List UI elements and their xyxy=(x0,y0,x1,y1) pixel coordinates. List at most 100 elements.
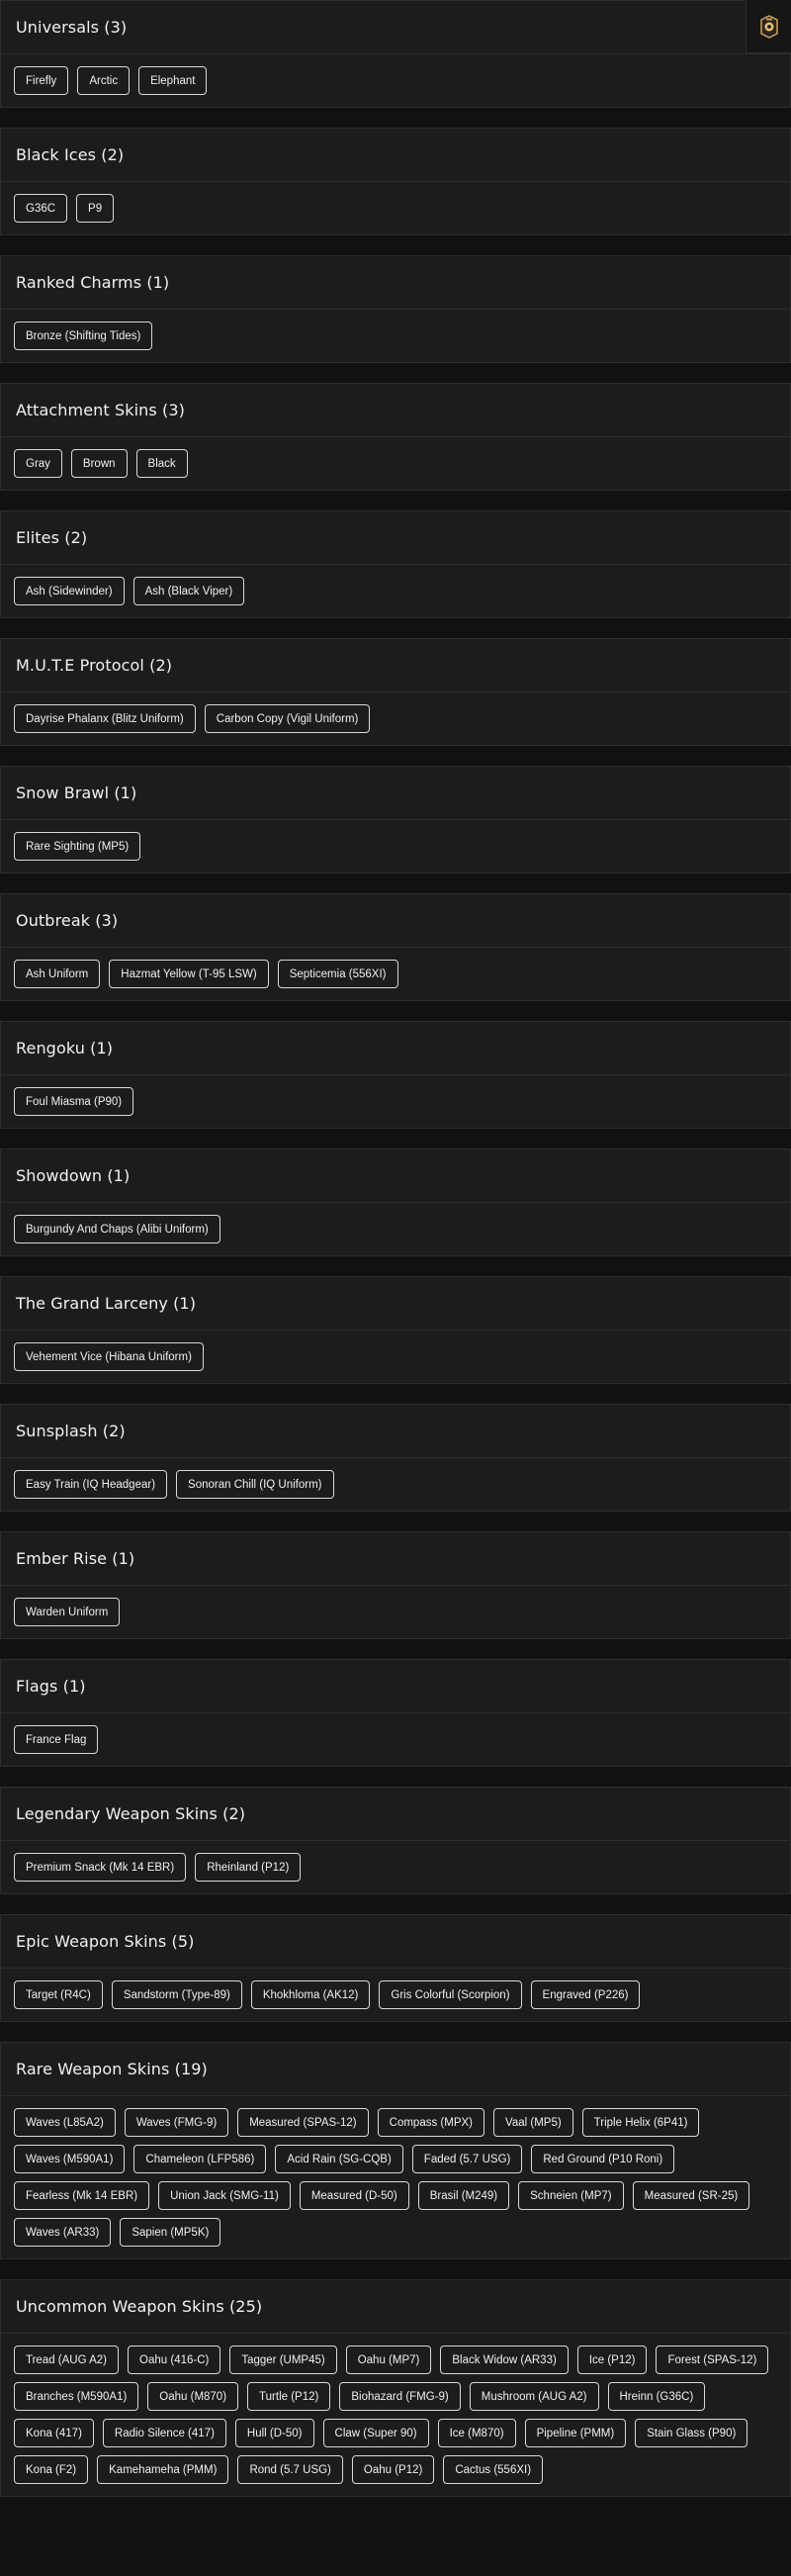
item-chip[interactable]: Sapien (MP5K) xyxy=(120,2218,221,2247)
item-chip[interactable]: Rond (5.7 USG) xyxy=(237,2455,343,2484)
item-chip[interactable]: Rheinland (P12) xyxy=(195,1853,302,1882)
operator-badge-button[interactable] xyxy=(746,0,791,53)
item-chip[interactable]: Target (R4C) xyxy=(14,1980,103,2009)
item-chip[interactable]: Triple Helix (6P41) xyxy=(581,2108,700,2137)
section-title: Uncommon Weapon Skins (25) xyxy=(16,2297,263,2316)
section-items: Gray Brown Black xyxy=(1,437,790,490)
section-title: The Grand Larceny (1) xyxy=(16,1294,197,1313)
item-chip[interactable]: Arctic xyxy=(77,66,131,95)
item-chip[interactable]: Ash (Sidewinder) xyxy=(14,577,125,605)
item-chip[interactable]: Brasil (M249) xyxy=(417,2181,510,2210)
item-chip[interactable]: Acid Rain (SG-CQB) xyxy=(275,2145,403,2173)
item-chip[interactable]: Kona (417) xyxy=(14,2419,94,2447)
section-epic-weapon-skins: Epic Weapon Skins (5) Target (R4C) Sandsto… xyxy=(0,1914,791,2022)
item-chip[interactable]: Mushroom (AUG A2) xyxy=(469,2382,599,2411)
item-chip[interactable]: Oahu (416-C) xyxy=(128,2346,221,2374)
section-attachment-skins: Attachment Skins (3) Gray Brown Black xyxy=(0,383,791,491)
item-chip[interactable]: Ash (Black Viper) xyxy=(132,577,245,605)
item-chip[interactable]: Cactus (556XI) xyxy=(443,2455,544,2484)
item-chip[interactable]: Sandstorm (Type-89) xyxy=(111,1980,242,2009)
section-ember-rise: Ember Rise (1) Warden Uniform xyxy=(0,1531,791,1639)
item-chip[interactable]: Red Ground (P10 Roni) xyxy=(531,2145,675,2173)
item-chip[interactable]: Tagger (UMP45) xyxy=(229,2346,337,2374)
item-chip[interactable]: Firefly xyxy=(14,66,69,95)
item-chip[interactable]: Waves (M590A1) xyxy=(14,2145,126,2173)
item-chip[interactable]: Chameleon (LFP586) xyxy=(133,2145,267,2173)
item-chip[interactable]: Measured (SR-25) xyxy=(632,2181,750,2210)
item-chip[interactable]: Easy Train (IQ Headgear) xyxy=(14,1470,168,1499)
item-chip[interactable]: Measured (SPAS-12) xyxy=(237,2108,369,2137)
item-chip[interactable]: Tread (AUG A2) xyxy=(14,2346,120,2374)
item-chip[interactable]: Biohazard (FMG-9) xyxy=(339,2382,461,2411)
item-chip[interactable]: Union Jack (SMG-11) xyxy=(158,2181,291,2210)
item-chip[interactable]: Radio Silence (417) xyxy=(102,2419,226,2447)
item-chip[interactable]: Kamehameha (PMM) xyxy=(97,2455,229,2484)
item-chip[interactable]: Claw (Super 90) xyxy=(322,2419,429,2447)
section-title: Flags (1) xyxy=(16,1677,86,1696)
item-chip[interactable]: Hull (D-50) xyxy=(234,2419,314,2447)
item-chip[interactable]: Waves (AR33) xyxy=(14,2218,112,2247)
section-items: Tread (AUG A2) Oahu (416-C) Tagger (UMP45)… xyxy=(1,2334,790,2496)
item-chip[interactable]: Hazmat Yellow (T-95 LSW) xyxy=(109,960,269,988)
item-chip[interactable]: Schneien (MP7) xyxy=(518,2181,624,2210)
item-chip[interactable]: Burgundy And Chaps (Alibi Uniform) xyxy=(14,1215,220,1243)
item-chip[interactable]: Branches (M590A1) xyxy=(14,2382,139,2411)
item-chip[interactable]: Rare Sighting (MP5) xyxy=(14,832,141,861)
item-chip[interactable]: Carbon Copy (Vigil Uniform) xyxy=(204,704,371,733)
item-chip[interactable]: Sonoran Chill (IQ Uniform) xyxy=(176,1470,334,1499)
item-chip[interactable]: Hreinn (G36C) xyxy=(607,2382,706,2411)
item-chip[interactable]: P9 xyxy=(76,194,115,223)
item-chip[interactable]: Ash Uniform xyxy=(14,960,101,988)
section-header: Attachment Skins (3) xyxy=(1,384,790,437)
item-chip[interactable]: Ice (P12) xyxy=(576,2346,648,2374)
item-chip[interactable]: Septicemia (556XI) xyxy=(277,960,398,988)
section-snow-brawl: Snow Brawl (1) Rare Sighting (MP5) xyxy=(0,766,791,874)
section-items: Foul Miasma (P90) xyxy=(1,1075,790,1128)
item-chip[interactable]: Brown xyxy=(70,449,128,478)
item-chip[interactable]: Turtle (P12) xyxy=(247,2382,331,2411)
item-chip[interactable]: Elephant xyxy=(138,66,208,95)
item-chip[interactable]: Vehement Vice (Hibana Uniform) xyxy=(14,1342,204,1371)
section-items: Rare Sighting (MP5) xyxy=(1,820,790,873)
item-chip[interactable]: Warden Uniform xyxy=(14,1598,121,1626)
item-chip[interactable]: Forest (SPAS-12) xyxy=(656,2346,769,2374)
item-chip[interactable]: Pipeline (PMM) xyxy=(524,2419,627,2447)
item-chip[interactable]: Vaal (MP5) xyxy=(493,2108,573,2137)
item-chip[interactable]: Gris Colorful (Scorpion) xyxy=(379,1980,522,2009)
section-items: Premium Snack (Mk 14 EBR) Rheinland (P12) xyxy=(1,1841,790,1893)
collection-list: Universals (3) Firefly Arctic Elephant Black… xyxy=(0,0,791,2497)
item-chip[interactable]: Stain Glass (P90) xyxy=(635,2419,748,2447)
item-chip[interactable]: Measured (D-50) xyxy=(299,2181,409,2210)
item-chip[interactable]: Bronze (Shifting Tides) xyxy=(14,322,153,350)
item-chip[interactable]: Foul Miasma (P90) xyxy=(14,1087,134,1116)
section-items: France Flag xyxy=(1,1713,790,1766)
item-chip[interactable]: Faded (5.7 USG) xyxy=(411,2145,523,2173)
item-chip[interactable]: Fearless (Mk 14 EBR) xyxy=(14,2181,150,2210)
section-title: Attachment Skins (3) xyxy=(16,401,185,419)
item-chip[interactable]: Gray xyxy=(14,449,62,478)
item-chip[interactable]: Oahu (P12) xyxy=(351,2455,435,2484)
item-chip[interactable]: Dayrise Phalanx (Blitz Uniform) xyxy=(14,704,196,733)
item-chip[interactable]: Oahu (MP7) xyxy=(345,2346,432,2374)
section-title: Ranked Charms (1) xyxy=(16,273,170,292)
section-m-u-t-e-protocol: M.U.T.E Protocol (2) Dayrise Phalanx (Bli… xyxy=(0,638,791,746)
item-chip[interactable]: G36C xyxy=(14,194,68,223)
item-chip[interactable]: France Flag xyxy=(14,1725,99,1754)
item-chip[interactable]: Premium Snack (Mk 14 EBR) xyxy=(14,1853,187,1882)
item-chip[interactable]: Kona (F2) xyxy=(14,2455,89,2484)
section-items: Firefly Arctic Elephant xyxy=(1,54,790,107)
item-chip[interactable]: Khokhloma (AK12) xyxy=(250,1980,371,2009)
item-chip[interactable]: Waves (L85A2) xyxy=(14,2108,116,2137)
item-chip[interactable]: Black Widow (AR33) xyxy=(440,2346,569,2374)
item-chip[interactable]: Engraved (P226) xyxy=(530,1980,641,2009)
item-chip[interactable]: Black xyxy=(135,449,188,478)
section-header: The Grand Larceny (1) xyxy=(1,1277,790,1331)
section-header: Universals (3) xyxy=(1,1,790,54)
item-chip[interactable]: Waves (FMG-9) xyxy=(124,2108,229,2137)
item-chip[interactable]: Ice (M870) xyxy=(437,2419,516,2447)
item-chip[interactable]: Compass (MPX) xyxy=(377,2108,484,2137)
section-header: Rare Weapon Skins (19) xyxy=(1,2043,790,2096)
section-items: Waves (L85A2) Waves (FMG-9) Measured (SPAS… xyxy=(1,2096,790,2258)
item-chip[interactable]: Oahu (M870) xyxy=(147,2382,239,2411)
section-title: Showdown (1) xyxy=(16,1166,131,1185)
